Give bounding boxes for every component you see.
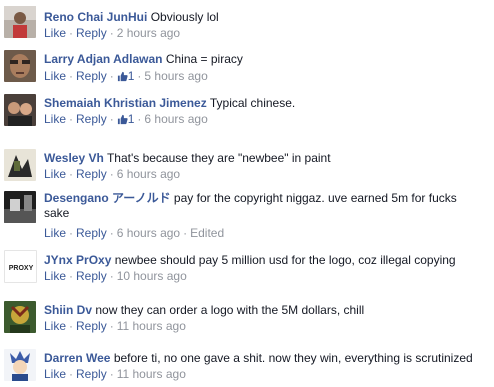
comment-item: Shemaiah Khristian Jimenez Typical chine… (0, 94, 494, 128)
comment-text: before ti, no one gave a shit. now they … (113, 351, 473, 365)
separator-dot: · (69, 167, 74, 181)
like-link[interactable]: Like (44, 26, 66, 40)
like-count[interactable]: 1 (117, 112, 134, 126)
comment-timestamp[interactable]: 11 hours ago (117, 367, 186, 381)
like-link[interactable]: Like (44, 319, 66, 333)
comment-timestamp[interactable]: 6 hours ago (117, 226, 180, 240)
comment-text: now they can order a logo with the 5M do… (95, 303, 365, 317)
comment-timestamp[interactable]: 6 hours ago (144, 112, 207, 126)
reply-link[interactable]: Reply (76, 167, 107, 181)
comment-item: Wesley Vh That's because they are "newbe… (0, 149, 494, 183)
comment-timestamp[interactable]: 10 hours ago (117, 269, 187, 283)
edited-link[interactable]: Edited (190, 226, 224, 240)
like-link[interactable]: Like (44, 112, 66, 126)
reply-link[interactable]: Reply (76, 269, 107, 283)
separator-dot: · (69, 26, 74, 40)
avatar[interactable] (4, 50, 36, 82)
separator-dot: · (69, 269, 74, 283)
separator-dot: · (109, 319, 114, 333)
comment-item: Darren Wee before ti, no one gave a shit… (0, 349, 494, 383)
reply-link[interactable]: Reply (76, 319, 107, 333)
separator-dot: · (137, 69, 142, 83)
thumbs-up-icon (117, 114, 128, 125)
separator-dot: · (109, 226, 114, 240)
like-link[interactable]: Like (44, 69, 66, 83)
separator-dot: · (109, 167, 114, 181)
comment-author[interactable]: Shemaiah Khristian Jimenez (44, 96, 207, 110)
comment-author[interactable]: Darren Wee (44, 351, 110, 365)
like-link[interactable]: Like (44, 269, 66, 283)
comment-item: Larry Adjan Adlawan China = piracy Like ·… (0, 50, 494, 84)
comment-timestamp[interactable]: 11 hours ago (117, 319, 186, 333)
separator-dot: · (183, 226, 188, 240)
comment-text: Obviously lol (150, 10, 219, 24)
comment-text: newbee should pay 5 million usd for the … (114, 253, 456, 267)
separator-dot: · (69, 69, 74, 83)
like-count[interactable]: 1 (117, 69, 134, 83)
avatar[interactable] (4, 6, 36, 38)
comment-item: Desengano アーノルド pay for the copyright ni… (0, 191, 494, 240)
comment-list: Reno Chai JunHui Obviously lol Like · Repl… (0, 0, 494, 387)
reply-link[interactable]: Reply (76, 367, 107, 381)
separator-dot: · (69, 112, 74, 126)
comment-timestamp[interactable]: 2 hours ago (117, 26, 180, 40)
avatar[interactable] (4, 149, 36, 181)
comment-item: Reno Chai JunHui Obviously lol Like · Repl… (0, 6, 494, 40)
comment-timestamp[interactable]: 6 hours ago (117, 167, 180, 181)
comment-text: That's because they are "newbee" in pain… (106, 151, 331, 165)
avatar-logo-text: PROXY (9, 265, 34, 272)
comment-item: PROXY JYnx PrOxy newbee should pay 5 mil… (0, 250, 494, 284)
reply-link[interactable]: Reply (76, 226, 107, 240)
comment-author[interactable]: JYnx PrOxy (44, 253, 111, 267)
like-link[interactable]: Like (44, 226, 66, 240)
separator-dot: · (109, 269, 114, 283)
comment-text: China = piracy (165, 52, 243, 66)
comment-author[interactable]: Desengano アーノルド (44, 191, 171, 205)
reply-link[interactable]: Reply (76, 26, 107, 40)
separator-dot: · (69, 319, 74, 333)
separator-dot: · (69, 226, 74, 240)
avatar[interactable] (4, 301, 36, 333)
separator-dot: · (109, 69, 114, 83)
separator-dot: · (109, 112, 114, 126)
reply-link[interactable]: Reply (76, 69, 107, 83)
comment-author[interactable]: Shiin Dv (44, 303, 92, 317)
separator-dot: · (137, 112, 142, 126)
comment-author[interactable]: Larry Adjan Adlawan (44, 52, 162, 66)
comment-timestamp[interactable]: 5 hours ago (144, 69, 207, 83)
comment-author[interactable]: Reno Chai JunHui (44, 10, 147, 24)
avatar[interactable]: PROXY (4, 250, 37, 283)
comment-author[interactable]: Wesley Vh (44, 151, 104, 165)
avatar[interactable] (4, 349, 36, 381)
separator-dot: · (69, 367, 74, 381)
avatar[interactable] (4, 94, 36, 126)
reply-link[interactable]: Reply (76, 112, 107, 126)
like-link[interactable]: Like (44, 367, 66, 381)
like-link[interactable]: Like (44, 167, 66, 181)
separator-dot: · (109, 26, 114, 40)
comment-text: Typical chinese. (209, 96, 296, 110)
comment-item: Shiin Dv now they can order a logo with … (0, 301, 494, 335)
avatar[interactable] (4, 191, 36, 223)
separator-dot: · (109, 367, 114, 381)
thumbs-up-icon (117, 71, 128, 82)
